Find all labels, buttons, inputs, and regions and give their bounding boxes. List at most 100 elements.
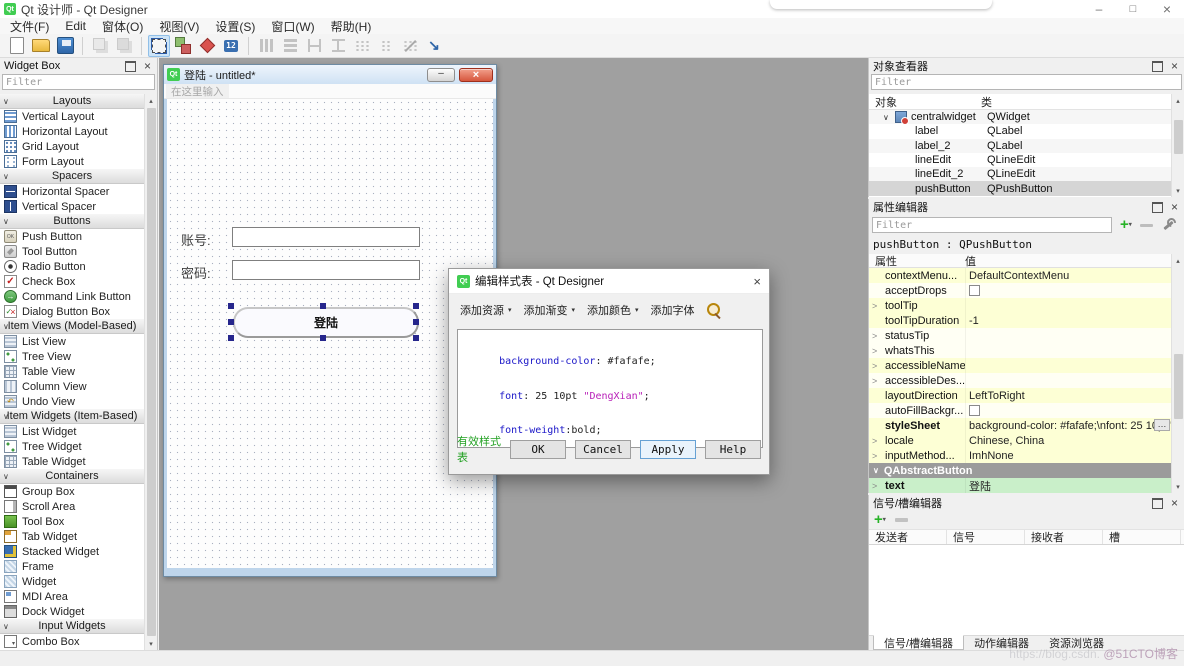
property-value[interactable] [965,298,1171,313]
widget-item[interactable]: Tool Box [0,514,144,529]
column-object[interactable]: 对象 [869,94,981,110]
selection-handle[interactable] [320,303,326,309]
column-value[interactable]: 值 [965,253,976,269]
menu-item[interactable]: 窗体(O) [94,18,151,35]
dialog-button[interactable]: Help [705,440,761,459]
widget-item[interactable]: Frame [0,559,144,574]
property-row[interactable]: autoFillBackgr... [869,403,1171,418]
widget-category-header[interactable]: Containers [0,469,144,484]
property-row[interactable]: text 登陆 [869,478,1171,493]
form-canvas[interactable]: 账号: 密码: 登陆 [167,99,493,568]
widget-item[interactable]: Widget [0,574,144,589]
column-property[interactable]: 属性 [869,253,965,269]
widget-category-header[interactable]: Spacers [0,169,144,184]
save-icon[interactable] [54,35,76,57]
menu-item[interactable]: Edit [57,19,94,33]
widget-item[interactable]: Tool Button [0,244,144,259]
property-row[interactable]: toolTipDuration -1 [869,313,1171,328]
expand-arrow-icon[interactable] [872,481,877,491]
account-lineedit[interactable] [232,227,420,247]
expand-arrow-icon[interactable] [872,436,877,446]
widget-item[interactable]: Table View [0,364,144,379]
widget-item[interactable]: Column View [0,379,144,394]
widget-item[interactable]: List Widget [0,424,144,439]
open-file-icon[interactable] [30,35,52,57]
menu-item[interactable]: 窗口(W) [263,18,322,35]
expand-arrow-icon[interactable] [872,346,877,356]
layout-vertical-icon[interactable] [279,35,301,57]
property-value[interactable] [965,403,1171,418]
widget-item[interactable]: Table Widget [0,454,144,469]
widget-item[interactable]: Stacked Widget [0,544,144,559]
dropdown-arrow-icon[interactable] [635,306,639,314]
property-row[interactable]: whatsThis [869,343,1171,358]
column-header[interactable]: 发送者 [869,530,947,544]
widget-filter-input[interactable] [2,74,155,90]
property-value[interactable] [965,373,1171,388]
widget-list-scrollbar[interactable] [144,94,157,650]
property-value[interactable]: -1 [965,313,1171,328]
password-lineedit[interactable] [232,260,420,280]
float-panel-icon[interactable] [1152,202,1163,212]
selection-handle[interactable] [413,303,419,309]
scroll-up-arrow[interactable] [145,94,157,107]
login-button[interactable]: 登陆 [233,307,419,338]
configure-icon[interactable] [1161,217,1177,233]
minimize-button[interactable] [1082,0,1116,18]
widget-category-header[interactable]: Item Views (Model-Based) [0,319,144,334]
column-header[interactable]: 接收者 [1025,530,1103,544]
widget-item[interactable]: Radio Button [0,259,144,274]
dropdown-arrow-icon[interactable] [508,306,512,314]
maximize-button[interactable] [1116,0,1150,18]
widget-category-header[interactable]: Buttons [0,214,144,229]
object-row[interactable]: label QLabel [869,124,1171,138]
selection-handle[interactable] [228,319,234,325]
widget-item[interactable]: Group Box [0,484,144,499]
cascade-windows-icon[interactable] [89,35,111,57]
object-row[interactable]: label_2 QLabel [869,139,1171,153]
tile-windows-icon[interactable] [113,35,135,57]
break-layout-icon[interactable] [399,35,421,57]
bottom-tab[interactable]: 资源浏览器 [1039,636,1114,650]
scroll-down-arrow[interactable] [1172,184,1184,197]
add-button[interactable]: 添加颜色 [584,300,642,320]
object-row[interactable]: lineEdit QLineEdit [869,153,1171,167]
close-panel-icon[interactable] [1169,61,1180,71]
account-label[interactable]: 账号: [181,230,211,249]
new-file-icon[interactable] [6,35,28,57]
selection-handle[interactable] [228,303,234,309]
widget-item[interactable]: Command Link Button [0,289,144,304]
form-titlebar[interactable]: 登陆 - untitled* [164,65,496,84]
close-button[interactable] [1150,0,1184,18]
object-row[interactable]: lineEdit_2 QLineEdit [869,167,1171,181]
property-filter-input[interactable] [872,217,1112,233]
remove-property-icon[interactable] [1140,224,1153,227]
widget-item[interactable]: Vertical Layout [0,109,144,124]
remove-connection-icon[interactable] [895,518,908,522]
add-button[interactable]: 添加资源 [457,300,515,320]
selection-handle[interactable] [228,335,234,341]
property-value[interactable] [965,343,1171,358]
scroll-thumb[interactable] [147,108,156,636]
property-value[interactable] [965,283,1171,298]
property-value[interactable] [965,328,1171,343]
menu-item[interactable]: 帮助(H) [323,18,380,35]
column-class[interactable]: 类 [981,94,992,110]
property-row[interactable]: acceptDrops [869,283,1171,298]
object-row[interactable]: centralwidget QWidget [869,110,1171,124]
property-row[interactable]: contextMenu... DefaultContextMenu [869,268,1171,283]
property-row[interactable]: accessibleDes... [869,373,1171,388]
edit-tab-order-icon[interactable] [220,35,242,57]
form-minimize-button[interactable] [427,68,455,82]
layout-horizontal-splitter-icon[interactable] [303,35,325,57]
form-close-button[interactable] [459,68,493,82]
adjust-size-icon[interactable] [423,35,445,57]
widget-item[interactable]: List View [0,334,144,349]
widget-item[interactable]: Horizontal Layout [0,124,144,139]
widget-item[interactable]: Tree View [0,349,144,364]
add-button[interactable]: 添加字体 [648,300,698,320]
dialog-button[interactable]: Cancel [575,440,631,459]
float-panel-icon[interactable] [1152,61,1163,71]
widget-item[interactable]: Push Button [0,229,144,244]
widget-item[interactable]: Dialog Button Box [0,304,144,319]
